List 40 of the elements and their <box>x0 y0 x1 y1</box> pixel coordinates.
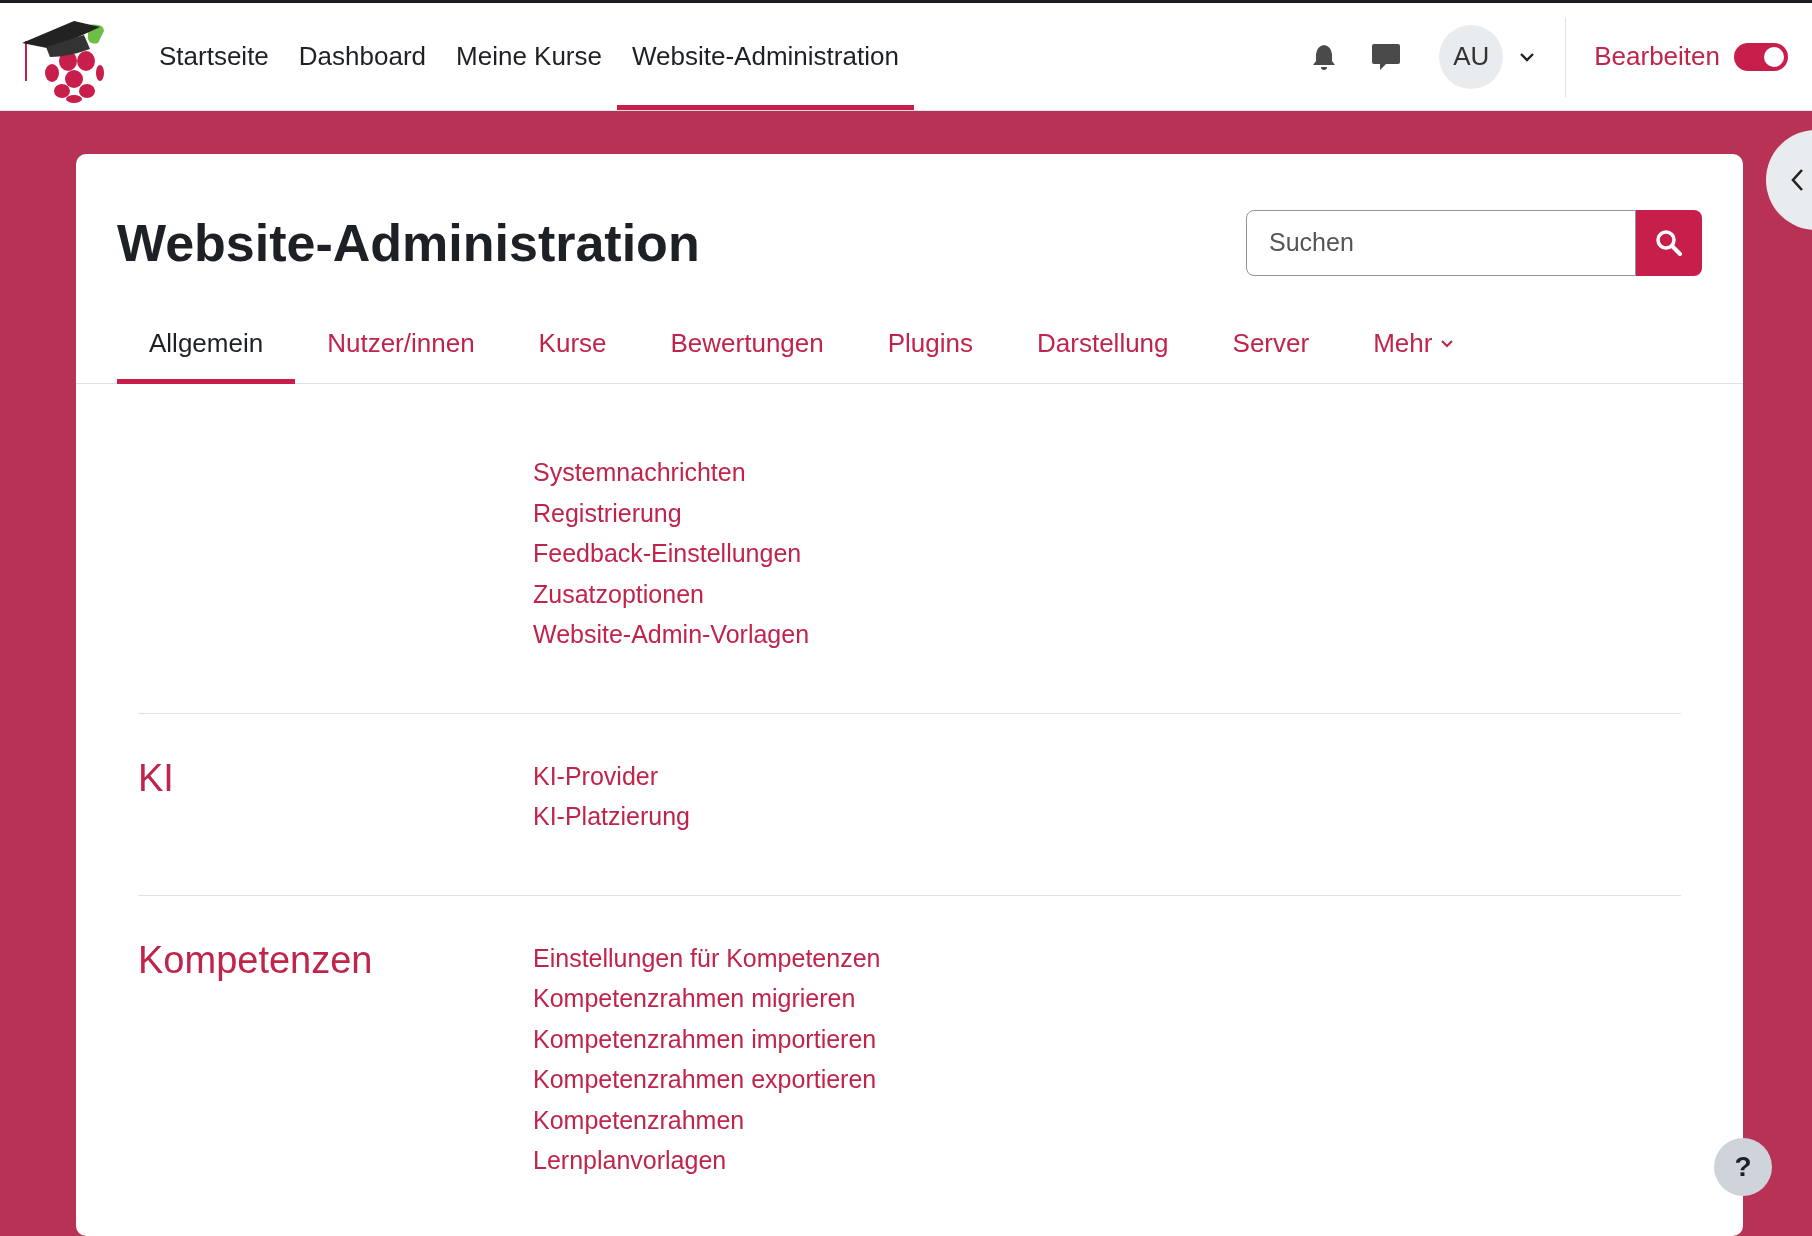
nav-link[interactable]: Startseite <box>144 3 284 110</box>
settings-link[interactable]: Einstellungen für Kompetenzen <box>533 937 881 978</box>
settings-link[interactable]: Kompetenzrahmen migrieren <box>533 978 856 1019</box>
settings-link[interactable]: Feedback-Einstellungen <box>533 533 802 574</box>
tab[interactable]: Server <box>1200 308 1342 384</box>
search-button[interactable] <box>1636 210 1702 276</box>
settings-link[interactable]: Systemnachrichten <box>533 452 746 493</box>
settings-link[interactable]: Kompetenzrahmen <box>533 1099 745 1140</box>
settings-link[interactable]: Registrierung <box>533 492 682 533</box>
settings-link[interactable]: Lernplanvorlagen <box>533 1140 727 1181</box>
chat-bubble-icon[interactable] <box>1371 42 1402 71</box>
tab[interactable]: Mehr <box>1341 308 1487 384</box>
section-heading: KI <box>138 755 175 801</box>
nav-link[interactable]: Website-Administration <box>617 3 914 110</box>
user-avatar[interactable]: AU <box>1439 24 1504 89</box>
chevron-left-icon <box>1790 168 1804 192</box>
edit-mode-switch[interactable] <box>1734 42 1788 71</box>
settings-link[interactable]: Zusatzoptionen <box>533 573 704 614</box>
notification-bell-icon[interactable] <box>1311 42 1338 71</box>
tab[interactable]: Nutzer/innen <box>295 308 507 384</box>
edit-mode-label: Bearbeiten <box>1594 40 1720 73</box>
settings-link[interactable]: KI-Provider <box>533 755 659 796</box>
search-icon <box>1655 229 1683 257</box>
tab[interactable]: Bewertungen <box>638 308 856 384</box>
chevron-down-icon <box>1440 339 1455 348</box>
tab[interactable]: Darstellung <box>1005 308 1201 384</box>
settings-link[interactable]: Kompetenzrahmen importieren <box>533 1018 877 1059</box>
help-button[interactable]: ? <box>1714 1138 1772 1196</box>
tab[interactable]: Allgemein <box>117 308 296 384</box>
chevron-down-icon[interactable] <box>1519 51 1536 62</box>
settings-link[interactable]: Kompetenzrahmen exportieren <box>533 1059 877 1100</box>
tab[interactable]: Plugins <box>855 308 1006 384</box>
section-heading: Kompetenzen <box>138 937 374 983</box>
nav-link[interactable]: Meine Kurse <box>441 3 617 110</box>
settings-link[interactable]: KI-Platzierung <box>533 796 691 837</box>
tab[interactable]: Kurse <box>506 308 639 384</box>
search-field[interactable]: Suchen <box>1246 210 1636 276</box>
settings-link[interactable]: Website-Admin-Vorlagen <box>533 614 810 655</box>
page-title: Website-Administration <box>117 213 700 274</box>
nav-link[interactable]: Dashboard <box>283 3 442 110</box>
